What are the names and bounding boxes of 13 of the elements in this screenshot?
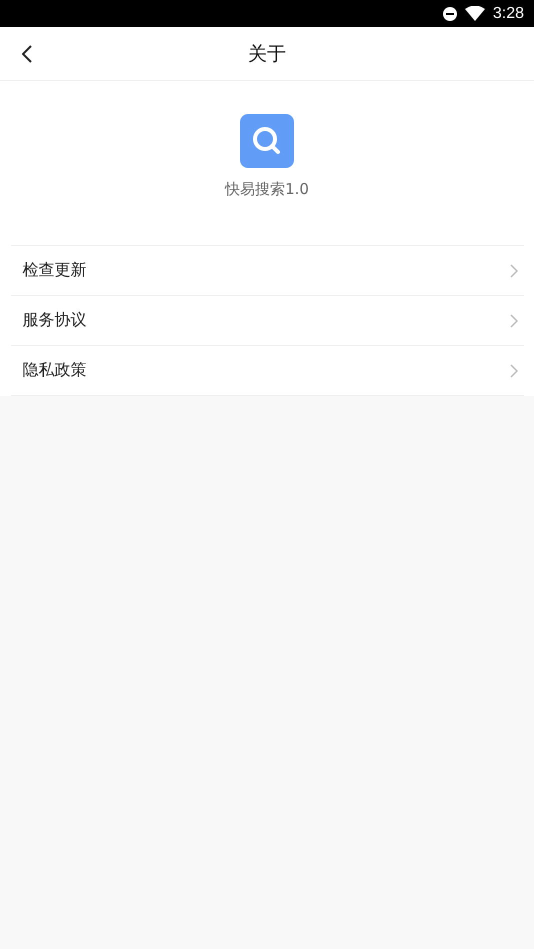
back-icon[interactable] <box>22 45 32 63</box>
menu-item[interactable]: 隐私政策 <box>10 346 524 396</box>
menu-item[interactable]: 服务协议 <box>10 296 524 346</box>
page-title: 关于 <box>248 42 286 66</box>
do-not-disturb-icon <box>442 6 457 20</box>
wifi-icon <box>464 6 485 21</box>
menu-item[interactable]: 检查更新 <box>10 246 524 296</box>
status-time: 3:28 <box>492 4 524 22</box>
chevron-icon <box>510 314 518 328</box>
app-name: 快易搜索1.0 <box>225 180 309 199</box>
search-icon <box>240 114 294 168</box>
chevron-icon <box>510 364 518 378</box>
chevron-icon <box>510 264 518 278</box>
